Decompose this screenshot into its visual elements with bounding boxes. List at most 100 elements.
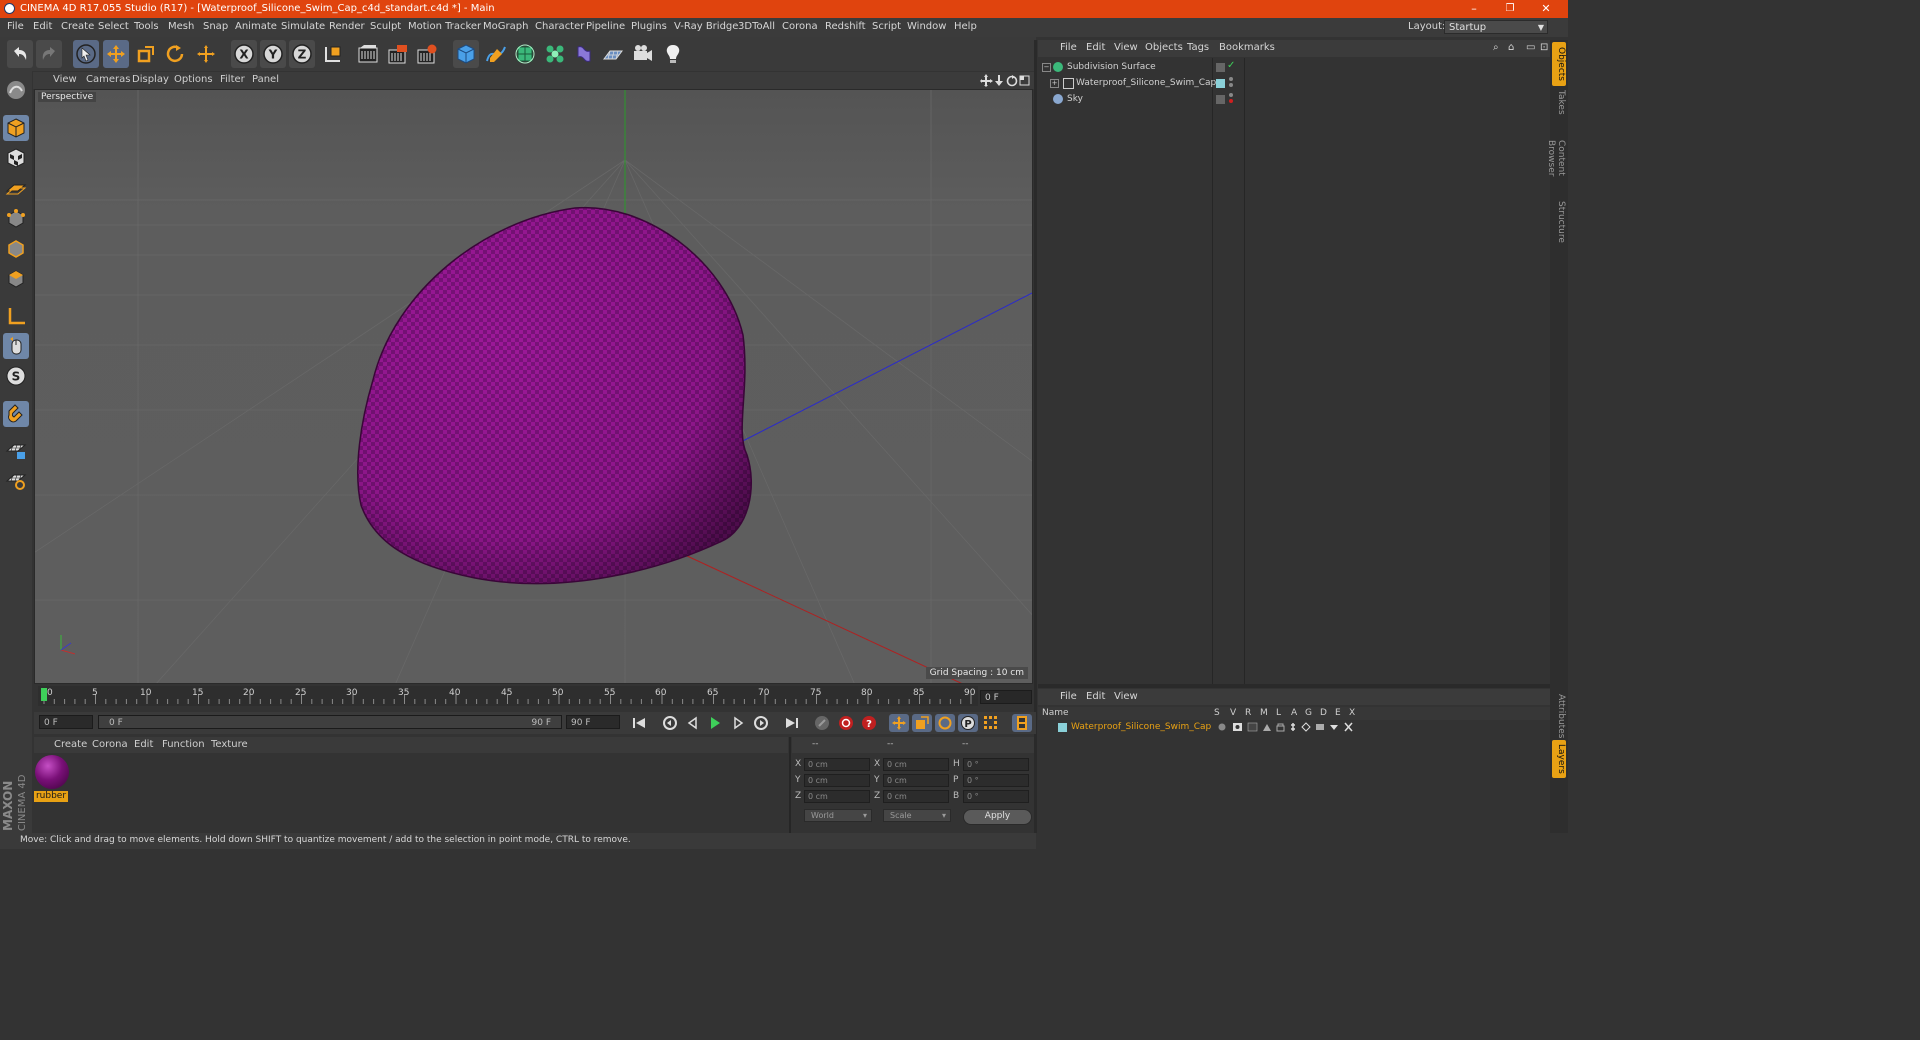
layer-column-m[interactable]: M (1260, 708, 1268, 718)
close-button[interactable]: ✕ (1528, 0, 1564, 18)
render-settings-button[interactable] (414, 40, 440, 68)
add-generator-button[interactable] (512, 40, 538, 68)
tab-attributes[interactable]: Attributes (1552, 690, 1566, 742)
material-menu-edit[interactable]: Edit (134, 739, 153, 750)
scale-tool-button[interactable] (133, 40, 159, 68)
viewport-menu-cameras[interactable]: Cameras (86, 74, 130, 85)
menu-script[interactable]: Script (872, 21, 901, 32)
size-y-field[interactable]: 0 cm (883, 774, 949, 787)
key-pla-button[interactable] (981, 714, 1001, 732)
last-tool-button[interactable] (193, 40, 219, 68)
workplane-button[interactable] (3, 175, 29, 201)
material-menu-corona[interactable]: Corona (92, 739, 128, 750)
om-menu-tags[interactable]: Tags (1187, 42, 1209, 53)
size-x-field[interactable]: 0 cm (883, 758, 949, 771)
object-row-swim-cap[interactable]: + Waterproof_Silicone_Swim_Cap (1038, 76, 1550, 92)
autokeying-button[interactable]: ? (859, 714, 879, 732)
add-cube-button[interactable] (453, 40, 479, 68)
expand-icon[interactable]: + (1050, 79, 1059, 88)
render-view-button[interactable] (355, 40, 381, 68)
om-menu-objects[interactable]: Objects (1145, 42, 1183, 53)
tab-takes[interactable]: Takes (1552, 84, 1566, 120)
object-row-sky[interactable]: Sky (1038, 92, 1550, 108)
frame-range-slider[interactable]: 0 F 90 F (98, 715, 562, 729)
solo-button[interactable]: S (3, 363, 29, 389)
goto-previous-key-button[interactable] (660, 714, 680, 732)
record-keys-disabled-button[interactable] (812, 714, 832, 732)
menu-vray-bridge[interactable]: V-Ray Bridge (674, 21, 738, 32)
timeline-ruler[interactable]: 0 5 10 15 20 25 30 35 40 45 50 55 60 65 … (34, 686, 1034, 712)
menu-create[interactable]: Create (61, 21, 94, 32)
timeline-window-button[interactable] (1012, 714, 1032, 732)
lm-menu-edit[interactable]: Edit (1086, 691, 1105, 702)
object-row-subdivision-surface[interactable]: − Subdivision Surface ✓ (1038, 60, 1550, 76)
layer-color-icon[interactable] (1216, 79, 1225, 88)
redo-button[interactable] (36, 40, 62, 68)
layer-color-swatch[interactable] (1058, 723, 1067, 732)
current-frame-field[interactable]: 0 F (980, 690, 1032, 704)
tab-layers[interactable]: Layers (1552, 740, 1566, 778)
new-view-icon[interactable]: ▭ (1526, 42, 1535, 53)
material-menu-texture[interactable]: Texture (211, 739, 248, 750)
object-name[interactable]: Subdivision Surface (1067, 62, 1156, 72)
key-rotation-button[interactable] (935, 714, 955, 732)
toggle-layout-icon[interactable] (1019, 75, 1030, 86)
menu-render[interactable]: Render (329, 21, 365, 32)
rotation-h-field[interactable]: 0 ° (963, 758, 1029, 771)
menu-corona[interactable]: Corona (782, 21, 818, 32)
om-menu-view[interactable]: View (1114, 42, 1138, 53)
tab-structure[interactable]: Structure (1552, 196, 1566, 248)
next-frame-button[interactable] (728, 714, 748, 732)
menu-character[interactable]: Character (535, 21, 584, 32)
rotate-tool-button[interactable] (162, 40, 188, 68)
goto-start-button[interactable] (629, 714, 649, 732)
home-icon[interactable]: ⌂ (1508, 42, 1514, 53)
menu-plugins[interactable]: Plugins (631, 21, 667, 32)
goto-end-button[interactable] (782, 714, 802, 732)
minimize-button[interactable]: – (1456, 0, 1492, 18)
perspective-viewport[interactable]: Perspective Grid Spacing : 10 cm (34, 89, 1033, 684)
position-z-field[interactable]: 0 cm (804, 790, 870, 803)
material-menu-function[interactable]: Function (162, 739, 205, 750)
coordinate-mode-dropdown[interactable]: Scale ▾ (883, 809, 951, 822)
menu-simulate[interactable]: Simulate (281, 21, 325, 32)
lm-menu-file[interactable]: File (1060, 691, 1077, 702)
layer-column-x[interactable]: X (1349, 708, 1355, 718)
layer-column-a[interactable]: A (1291, 708, 1297, 718)
layer-column-r[interactable]: R (1245, 708, 1251, 718)
rotation-p-field[interactable]: 0 ° (963, 774, 1029, 787)
layer-column-s[interactable]: S (1214, 708, 1220, 718)
collapse-icon[interactable]: − (1042, 63, 1051, 72)
coordinate-space-dropdown[interactable]: World ▾ (804, 809, 872, 822)
search-icon[interactable]: ⌕ (1493, 42, 1499, 53)
goto-next-key-button[interactable] (751, 714, 771, 732)
layer-column-l[interactable]: L (1276, 708, 1281, 718)
menu-mesh[interactable]: Mesh (168, 21, 194, 32)
layer-column-name[interactable]: Name (1042, 708, 1069, 718)
render-visibility-dot[interactable] (1229, 83, 1233, 87)
rotate-view-icon[interactable] (1006, 75, 1018, 87)
layer-icon[interactable] (1216, 63, 1225, 72)
viewport-menu-view[interactable]: View (53, 74, 77, 85)
enabled-check-icon[interactable]: ✓ (1227, 60, 1235, 71)
z-axis-lock-button[interactable]: Z (289, 40, 315, 68)
layer-row[interactable]: Waterproof_Silicone_Swim_Cap (1038, 720, 1550, 736)
editor-visibility-dot[interactable] (1229, 77, 1233, 81)
axis-mode-button[interactable] (3, 303, 29, 329)
x-axis-lock-button[interactable]: X (231, 40, 257, 68)
move-view-icon[interactable] (980, 74, 993, 87)
material-preview-ball[interactable] (35, 755, 69, 789)
tab-content-browser[interactable]: Content Browser (1546, 118, 1566, 198)
edges-mode-button[interactable] (3, 235, 29, 261)
material-name[interactable]: rubber (34, 791, 68, 802)
om-menu-edit[interactable]: Edit (1086, 42, 1105, 53)
add-floor-button[interactable] (600, 40, 626, 68)
layer-column-v[interactable]: V (1230, 708, 1236, 718)
menu-edit[interactable]: Edit (33, 21, 52, 32)
viewport-menu-options[interactable]: Options (174, 74, 213, 85)
menu-animate[interactable]: Animate (235, 21, 277, 32)
add-light-button[interactable] (660, 40, 686, 68)
add-spline-button[interactable] (483, 40, 509, 68)
lm-menu-view[interactable]: View (1114, 691, 1138, 702)
add-deformer-button[interactable] (571, 40, 597, 68)
